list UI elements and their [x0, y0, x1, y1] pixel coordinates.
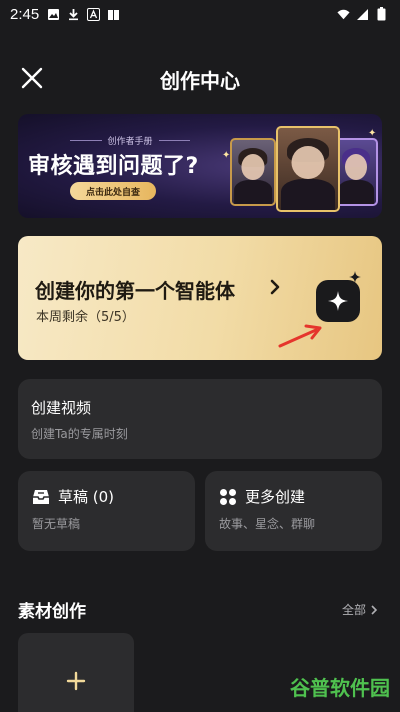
weekly-quota: 本周剩余（5/5） [36, 310, 135, 325]
drafts-card[interactable]: 草稿 (0) 暂无草稿 [18, 471, 195, 551]
create-agent-card[interactable]: 创建你的第一个智能体 本周剩余（5/5） [18, 236, 382, 360]
more-create-subtitle: 故事、星念、群聊 [219, 517, 316, 531]
status-system-icons [337, 7, 388, 21]
character-card-image [230, 138, 276, 206]
page-title: 创作中心 [160, 69, 240, 93]
drafts-title: 草稿 (0) [58, 488, 115, 506]
plus-icon [66, 671, 86, 691]
more-create-title: 更多创建 [245, 488, 306, 506]
sparkle-icon: ✦ [368, 128, 377, 139]
create-agent-title: 创建你的第一个智能体 [35, 279, 235, 303]
status-time: 2:45 [10, 5, 40, 23]
divider [70, 140, 102, 141]
download-icon [67, 8, 80, 21]
banner-character-cards: ✦ ✦ [218, 120, 382, 212]
header: 创作中心 [0, 56, 400, 100]
help-banner[interactable]: 创作者手册 审核遇到问题了? 点击此处自查 ✦ ✦ [18, 114, 382, 218]
view-all-label: 全部 [341, 603, 366, 617]
drafts-subtitle: 暂无草稿 [32, 517, 81, 531]
materials-section-title: 素材创作 [18, 602, 86, 622]
red-arrow-icon [278, 324, 322, 348]
self-check-button[interactable]: 点击此处自查 [70, 182, 156, 200]
a-icon [87, 7, 101, 21]
sparkle-icon: ✦ [222, 150, 231, 161]
sparkle-icon [316, 280, 360, 322]
small-sparkle-icon [349, 271, 361, 283]
banner-subtitle: 创作者手册 [107, 137, 153, 147]
image-icon [47, 8, 60, 21]
character-card-image [334, 138, 378, 206]
character-card-image [276, 126, 340, 212]
banner-title: 审核遇到问题了? [28, 154, 199, 179]
create-video-subtitle: 创建Ta的专属时刻 [31, 427, 128, 441]
chevron-right-icon [270, 279, 280, 295]
battery-icon [375, 7, 388, 21]
chevron-right-icon [371, 604, 378, 615]
create-video-card[interactable]: 创建视频 创建Ta的专属时刻 [18, 379, 382, 459]
book-icon [107, 8, 120, 21]
inbox-icon [32, 488, 50, 506]
signal-icon [356, 8, 369, 21]
create-video-title: 创建视频 [31, 399, 92, 417]
grid-icon [219, 488, 237, 506]
more-create-card[interactable]: 更多创建 故事、星念、群聊 [205, 471, 382, 551]
wifi-icon [337, 8, 350, 21]
view-all-link[interactable]: 全部 [342, 601, 378, 618]
status-notification-icons [47, 7, 120, 21]
add-material-button[interactable] [18, 633, 134, 712]
status-bar: 2:45 [0, 0, 400, 28]
banner-subtitle-row: 创作者手册 [70, 134, 191, 147]
watermark: 谷普软件园 [290, 676, 390, 700]
divider [158, 140, 191, 141]
